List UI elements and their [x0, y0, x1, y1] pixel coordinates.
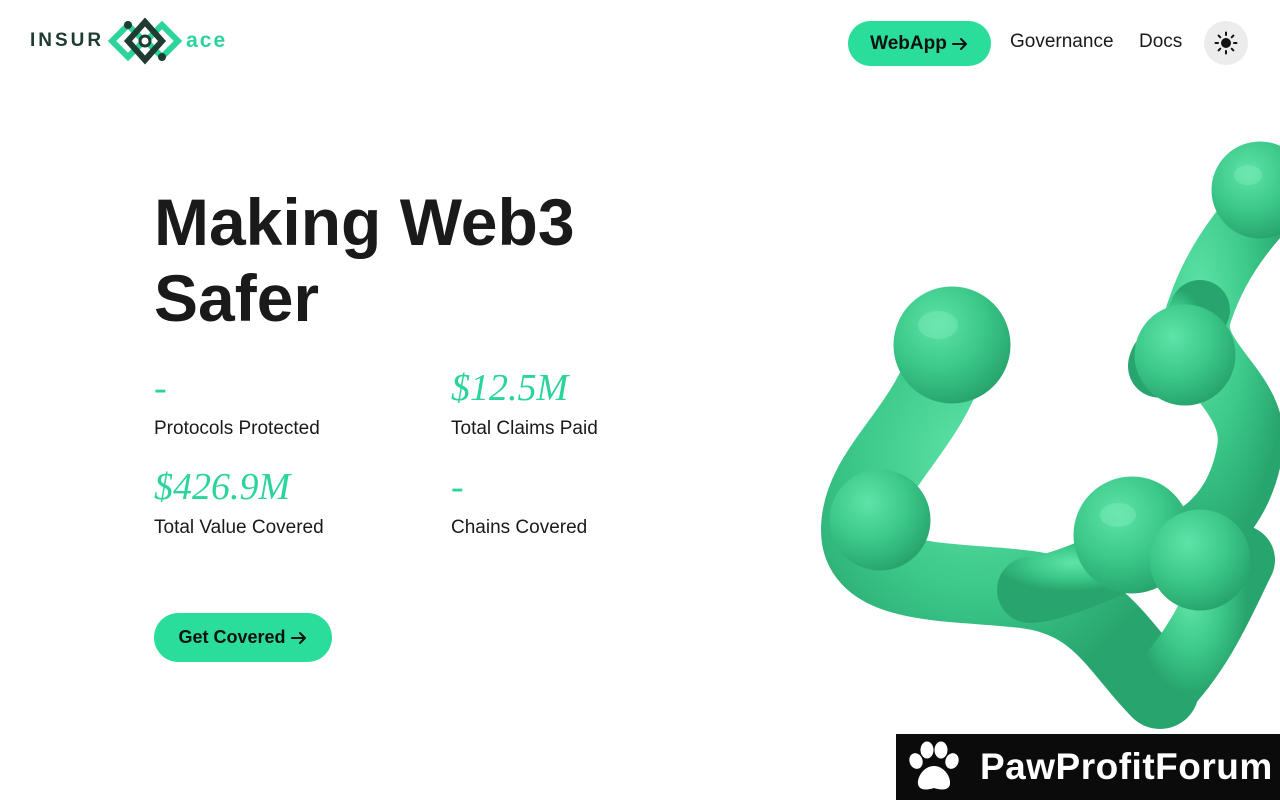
nav-link-docs[interactable]: Docs: [1139, 31, 1182, 53]
watermark-text: PawProfitForum: [980, 746, 1273, 787]
stat-label: Chains Covered: [451, 517, 588, 538]
stat-total-value-covered: $426.9M Total Value Covered: [154, 465, 324, 539]
logo-text-right: ace: [186, 29, 228, 52]
get-covered-button[interactable]: Get Covered: [154, 613, 332, 662]
stat-value: $12.5M: [451, 367, 569, 409]
logo-text-left: INSUR: [30, 30, 105, 51]
hero-title: Making Web3 Safer: [154, 184, 674, 336]
stat-value: -: [154, 367, 167, 409]
paw-icon: [909, 741, 959, 790]
sun-icon: [1214, 31, 1238, 55]
hero-title-line-1: Making Web3: [154, 185, 575, 259]
logo-mark-icon: [107, 17, 183, 65]
get-covered-button-label: Get Covered: [178, 627, 286, 647]
page: INSUR ace WebApp Governance Docs Making …: [0, 0, 1280, 800]
theme-toggle-button[interactable]: [1204, 21, 1248, 65]
webapp-button-label: WebApp: [870, 32, 947, 54]
stat-label: Total Value Covered: [154, 517, 324, 538]
stat-value: $426.9M: [154, 466, 291, 508]
nav-link-governance[interactable]: Governance: [1010, 31, 1114, 53]
watermark-banner: PawProfitForum: [896, 734, 1280, 800]
stat-total-claims-paid: $12.5M Total Claims Paid: [451, 366, 598, 440]
webapp-button[interactable]: WebApp: [848, 21, 991, 66]
hero-title-line-2: Safer: [154, 261, 320, 335]
arrow-right-icon: [951, 37, 967, 50]
arrow-right-icon: [290, 631, 306, 644]
stat-label: Total Claims Paid: [451, 418, 598, 439]
stat-protocols-protected: - Protocols Protected: [154, 366, 320, 440]
brand-logo[interactable]: INSUR ace: [30, 14, 227, 68]
stat-label: Protocols Protected: [154, 418, 320, 439]
molecule-illustration: [821, 141, 1280, 729]
stat-value: -: [451, 466, 464, 508]
stat-chains-covered: - Chains Covered: [451, 465, 587, 539]
